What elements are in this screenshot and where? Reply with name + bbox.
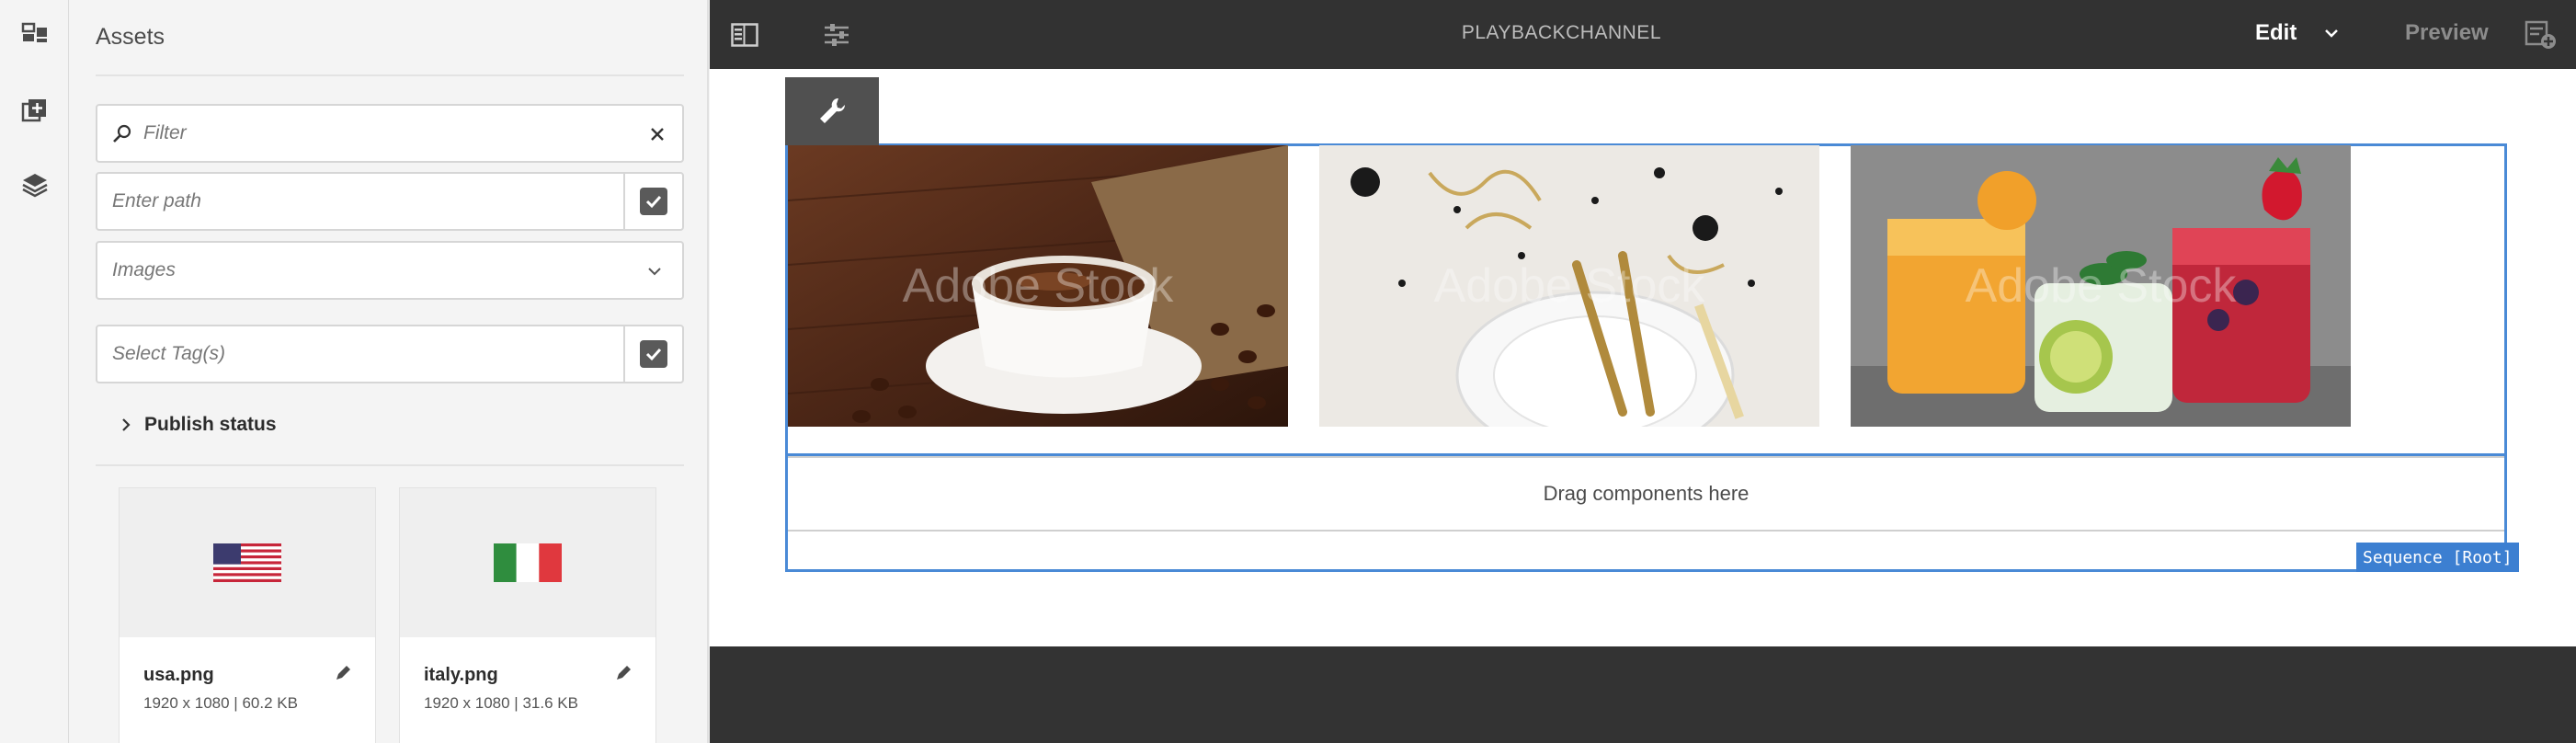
tags-field[interactable]: Select Tag(s) <box>96 325 684 383</box>
asset-thumbnail <box>120 488 375 637</box>
italy-flag-icon <box>494 543 562 582</box>
search-icon <box>113 124 131 143</box>
rail-components-button[interactable] <box>0 83 69 138</box>
image-component-party[interactable]: Adobe Stock <box>1319 145 1819 427</box>
path-input[interactable]: Enter path <box>112 190 201 212</box>
asset-meta: 1920 x 1080 | 31.6 KB <box>424 694 578 712</box>
coffee-image <box>788 145 1288 427</box>
tags-confirm-button[interactable] <box>623 326 682 382</box>
asset-name: usa.png <box>143 665 214 685</box>
sequence-root-badge[interactable]: Sequence [Root] <box>2356 543 2519 572</box>
image-component-cocktails[interactable]: Adobe Stock <box>1851 145 2351 427</box>
checkmark-icon <box>640 340 667 368</box>
panel-title: Assets <box>96 24 165 50</box>
filter-field[interactable]: Filter <box>96 104 684 163</box>
chevron-right-icon <box>122 418 131 431</box>
mode-select[interactable]: Edit <box>2255 20 2297 46</box>
divider <box>96 74 684 76</box>
divider <box>96 464 684 466</box>
publish-status-toggle[interactable]: Publish status <box>120 414 277 436</box>
pencil-icon[interactable] <box>333 663 353 683</box>
chevron-down-icon <box>648 268 661 276</box>
rail-layers-button[interactable] <box>0 157 69 212</box>
publish-status-label: Publish status <box>144 414 277 435</box>
path-field[interactable]: Enter path <box>96 172 684 231</box>
cocktails-image <box>1851 145 2351 427</box>
dropzone-label: Drag components here <box>1543 482 1750 505</box>
asset-type-value: Images <box>112 259 176 280</box>
configure-button[interactable] <box>785 77 879 145</box>
clear-icon[interactable] <box>649 126 666 143</box>
add-component-icon <box>21 99 46 122</box>
image-component-coffee[interactable]: Adobe Stock <box>788 145 1288 427</box>
filter-input[interactable]: Filter <box>143 122 187 144</box>
channel-icon <box>21 22 47 42</box>
asset-type-select[interactable]: Images <box>96 241 684 300</box>
tags-input[interactable]: Select Tag(s) <box>112 343 225 365</box>
rail-channel-button[interactable] <box>0 6 69 61</box>
assets-panel: Assets Filter Enter path Images Select T… <box>70 0 709 743</box>
usa-flag-icon <box>213 543 281 582</box>
emulator-settings-icon[interactable] <box>2523 18 2559 51</box>
preview-button[interactable]: Preview <box>2405 20 2489 46</box>
left-rail <box>0 0 69 743</box>
wrench-icon <box>820 97 846 123</box>
editor-toolbar: PLAYBACKCHANNEL Edit Preview <box>710 0 2576 69</box>
layers-icon <box>21 174 48 198</box>
asset-card[interactable]: italy.png 1920 x 1080 | 31.6 KB <box>399 487 656 743</box>
party-table-image <box>1319 145 1819 427</box>
asset-name: italy.png <box>424 665 498 685</box>
pencil-icon[interactable] <box>613 663 633 683</box>
checkmark-icon <box>640 188 667 215</box>
asset-thumbnail <box>400 488 655 637</box>
component-dropzone[interactable]: Drag components here <box>788 456 2504 532</box>
canvas-footer <box>710 646 2576 743</box>
path-confirm-button[interactable] <box>623 174 682 229</box>
channel-title: PLAYBACKCHANNEL <box>1461 22 1661 43</box>
chevron-down-icon[interactable] <box>2320 22 2342 44</box>
asset-card[interactable]: usa.png 1920 x 1080 | 60.2 KB <box>119 487 376 743</box>
asset-meta: 1920 x 1080 | 60.2 KB <box>143 694 298 712</box>
